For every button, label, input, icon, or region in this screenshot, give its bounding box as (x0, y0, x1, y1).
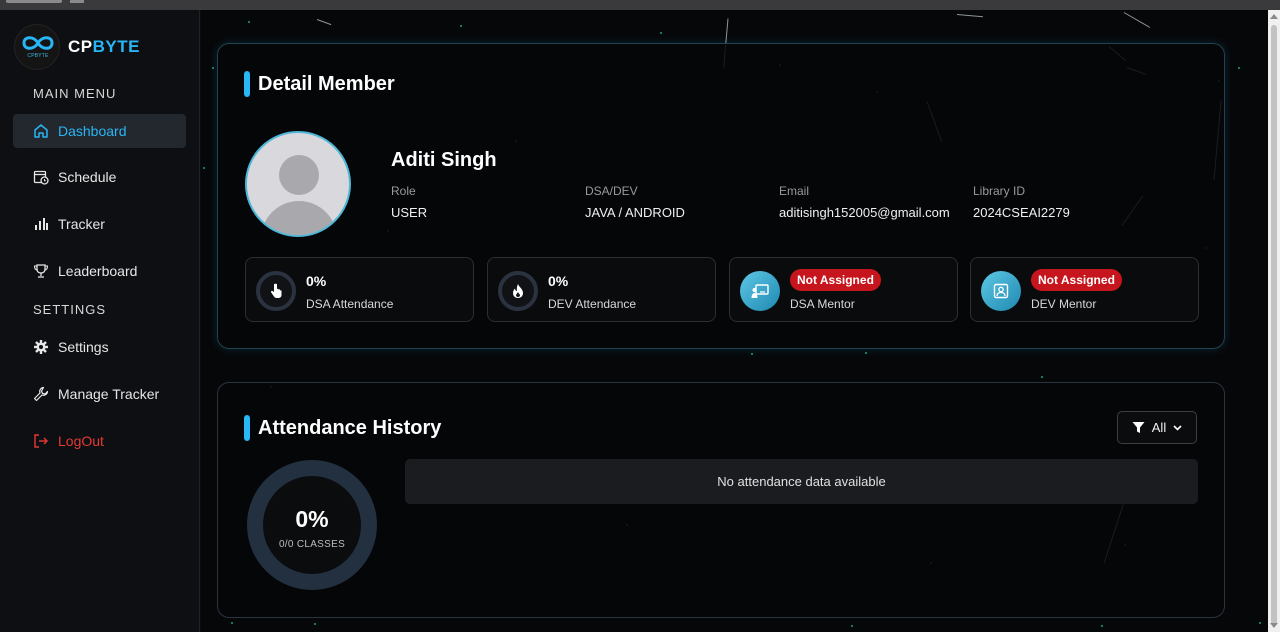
portrait-icon (993, 283, 1009, 299)
sidebar-item-label: Dashboard (58, 123, 127, 139)
detail-member-title: Detail Member (244, 71, 395, 97)
attendance-empty-message: No attendance data available (717, 474, 886, 489)
filter-icon (1132, 422, 1145, 433)
fire-icon (513, 284, 523, 298)
dev-mentor-card: Not Assigned DEV Mentor (970, 257, 1199, 322)
sidebar-item-label: Schedule (58, 169, 117, 185)
info-dsa-dev: DSA/DEV JAVA / ANDROID (585, 184, 685, 220)
dsa-mentor-status-badge: Not Assigned (790, 269, 881, 291)
info-library-id-label: Library ID (973, 184, 1026, 198)
dsa-mentor-icon-circle (740, 271, 780, 311)
attendance-empty-state: No attendance data available (405, 459, 1198, 504)
browser-bar (0, 0, 1280, 10)
attendance-donut-chart: 0% 0/0 CLASSES (247, 460, 377, 590)
logo: CPBYTE (14, 24, 60, 70)
sidebar: CPBYTE CPBYTE MAIN MENU Dashboard Schedu… (0, 10, 200, 632)
dsa-attendance-ring (256, 271, 296, 311)
brand-name: CPBYTE (68, 37, 140, 57)
info-role-value: USER (391, 205, 428, 220)
sidebar-item-logout[interactable]: LogOut (13, 424, 186, 458)
attendance-percent: 0% (295, 506, 329, 532)
sidebar-item-leaderboard[interactable]: Leaderboard (13, 254, 186, 288)
sidebar-item-dashboard[interactable]: Dashboard (13, 114, 186, 148)
sidebar-item-label: Leaderboard (58, 263, 138, 279)
avatar-body (261, 201, 337, 235)
detail-member-card: Detail Member Aditi Singh Role USER DSA/… (217, 43, 1225, 349)
attendance-history-card: Attendance History All 0% 0/0 CLASSES No… (217, 382, 1225, 618)
browser-tab[interactable] (6, 0, 62, 3)
title-accent-bar (244, 415, 250, 441)
dev-attendance-card: 0% DEV Attendance (487, 257, 716, 322)
dev-mentor-label: DEV Mentor (1031, 297, 1097, 311)
home-icon (34, 124, 48, 138)
logout-icon (34, 434, 48, 448)
info-email-value: aditisingh152005@gmail.com (779, 205, 950, 220)
info-dsa-dev-value: JAVA / ANDROID (585, 205, 685, 220)
sidebar-item-manage-tracker[interactable]: Manage Tracker (13, 377, 186, 411)
attendance-history-title: Attendance History (244, 415, 441, 441)
member-name: Aditi Singh (391, 149, 497, 171)
dsa-mentor-card: Not Assigned DSA Mentor (729, 257, 958, 322)
dev-mentor-icon-circle (981, 271, 1021, 311)
title-accent-bar (244, 71, 250, 97)
info-email-label: Email (779, 184, 810, 198)
dsa-attendance-value: 0% (306, 273, 327, 289)
attendance-classes-count: 0/0 CLASSES (278, 539, 346, 550)
info-email: Email aditisingh152005@gmail.com (779, 184, 950, 220)
settings-section-label: SETTINGS (33, 302, 107, 317)
sidebar-item-label: Settings (58, 339, 109, 355)
gear-icon (34, 340, 48, 354)
info-role: Role USER (391, 184, 427, 220)
scrollbar-thumb[interactable] (1271, 25, 1277, 625)
info-library-id: Library ID 2024CSEAI2279 (973, 184, 1070, 220)
dev-attendance-ring (498, 271, 538, 311)
dev-attendance-label: DEV Attendance (548, 297, 637, 311)
dsa-attendance-card: 0% DSA Attendance (245, 257, 474, 322)
dsa-attendance-label: DSA Attendance (306, 297, 394, 311)
infinity-logo-icon (22, 36, 54, 50)
sidebar-item-label: Manage Tracker (58, 386, 160, 402)
brand[interactable]: CPBYTE CPBYTE (14, 24, 140, 70)
avatar-head (279, 155, 319, 195)
dev-attendance-value: 0% (548, 273, 569, 289)
filter-label: All (1151, 420, 1167, 435)
avatar (245, 131, 351, 237)
dev-mentor-status-badge: Not Assigned (1031, 269, 1122, 291)
hand-pointer-icon (270, 283, 282, 298)
sidebar-item-schedule[interactable]: Schedule (13, 160, 186, 194)
sidebar-item-label: LogOut (58, 433, 104, 449)
wrench-icon (33, 386, 49, 402)
logo-text: CPBYTE (27, 53, 49, 59)
brand-name-byte: BYTE (92, 37, 140, 56)
scroll-up-arrow-icon[interactable] (1270, 14, 1278, 19)
info-role-label: Role (391, 184, 416, 198)
bar-chart-icon (35, 218, 48, 230)
detail-member-title-text: Detail Member (258, 72, 395, 95)
dsa-mentor-label: DSA Mentor (790, 297, 855, 311)
attendance-history-title-text: Attendance History (258, 416, 442, 439)
page-scrollbar[interactable] (1268, 10, 1280, 632)
info-dsa-dev-label: DSA/DEV (585, 184, 638, 198)
brand-name-cp: CP (68, 37, 93, 56)
sidebar-item-tracker[interactable]: Tracker (13, 207, 186, 241)
info-library-id-value: 2024CSEAI2279 (973, 205, 1070, 220)
calendar-clock-icon (33, 170, 49, 185)
presentation-icon (751, 284, 769, 298)
browser-tab-secondary[interactable] (70, 0, 84, 3)
main-content: Detail Member Aditi Singh Role USER DSA/… (201, 10, 1268, 632)
trophy-icon (33, 264, 49, 278)
scroll-down-arrow-icon[interactable] (1270, 623, 1278, 628)
filter-dropdown-button[interactable]: All (1117, 411, 1197, 444)
chevron-down-icon (1173, 425, 1182, 431)
sidebar-item-label: Tracker (58, 216, 105, 232)
main-menu-label: MAIN MENU (33, 86, 117, 101)
sidebar-item-settings[interactable]: Settings (13, 330, 186, 364)
